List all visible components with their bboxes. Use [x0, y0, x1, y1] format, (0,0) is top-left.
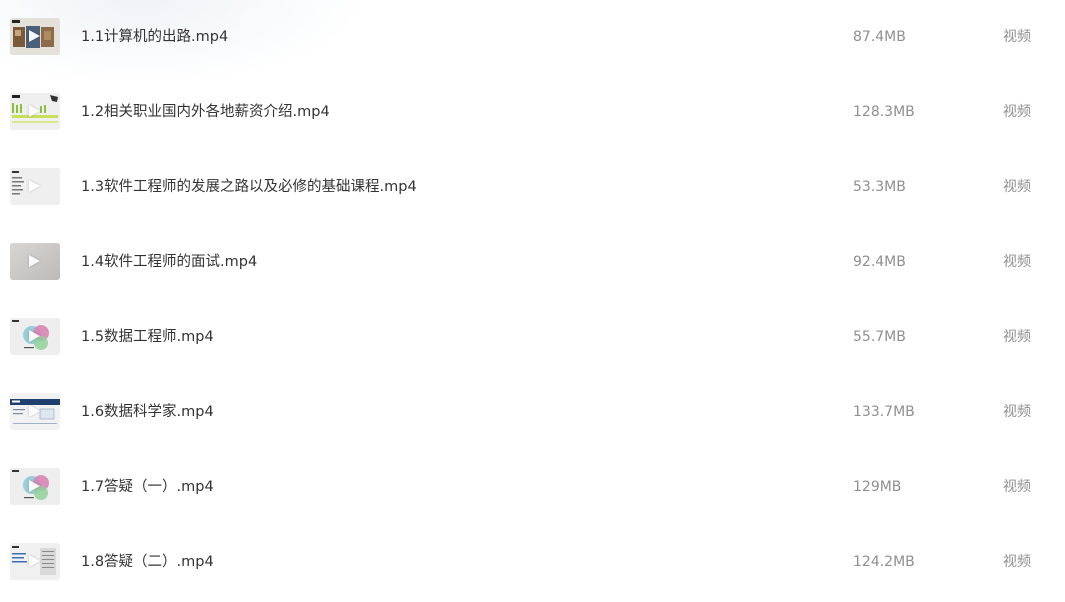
file-name[interactable]: 1.5数据工程师.mp4	[81, 328, 214, 346]
file-row[interactable]: 1.7答疑（一）.mp4 129MB 视频	[0, 450, 1065, 525]
play-icon	[29, 555, 40, 567]
play-icon	[29, 255, 40, 267]
file-row[interactable]: 1.4软件工程师的面试.mp4 92.4MB 视频	[0, 225, 1065, 300]
video-thumbnail[interactable]	[10, 243, 60, 280]
file-type: 视频	[1003, 254, 1031, 270]
file-type: 视频	[1003, 554, 1031, 570]
play-icon	[29, 405, 40, 417]
play-icon	[29, 105, 40, 117]
play-icon	[29, 180, 40, 192]
video-thumbnail[interactable]	[10, 318, 60, 355]
file-name[interactable]: 1.7答疑（一）.mp4	[81, 478, 214, 496]
video-thumbnail[interactable]	[10, 18, 60, 55]
file-row[interactable]: 1.3软件工程师的发展之路以及必修的基础课程.mp4 53.3MB 视频	[0, 150, 1065, 225]
file-size: 128.3MB	[853, 104, 915, 120]
file-size: 92.4MB	[853, 254, 906, 270]
file-type: 视频	[1003, 404, 1031, 420]
file-row[interactable]: 1.1计算机的出路.mp4 87.4MB 视频	[0, 0, 1065, 75]
file-name[interactable]: 1.3软件工程师的发展之路以及必修的基础课程.mp4	[81, 178, 417, 196]
file-type: 视频	[1003, 329, 1031, 345]
file-size: 55.7MB	[853, 329, 906, 345]
file-row[interactable]: 1.5数据工程师.mp4 55.7MB 视频	[0, 300, 1065, 375]
file-name[interactable]: 1.2相关职业国内外各地薪资介绍.mp4	[81, 103, 330, 121]
video-thumbnail[interactable]	[10, 168, 60, 205]
file-size: 129MB	[853, 479, 902, 495]
video-thumbnail[interactable]	[10, 543, 60, 580]
file-size: 53.3MB	[853, 179, 906, 195]
play-icon	[29, 480, 40, 492]
file-size: 133.7MB	[853, 404, 915, 420]
file-row[interactable]: 1.8答疑（二）.mp4 124.2MB 视频	[0, 525, 1065, 600]
file-name[interactable]: 1.6数据科学家.mp4	[81, 403, 214, 421]
file-type: 视频	[1003, 479, 1031, 495]
play-icon	[29, 330, 40, 342]
video-thumbnail[interactable]	[10, 393, 60, 430]
file-type: 视频	[1003, 29, 1031, 45]
file-name[interactable]: 1.4软件工程师的面试.mp4	[81, 253, 257, 271]
video-thumbnail[interactable]	[10, 468, 60, 505]
file-name[interactable]: 1.8答疑（二）.mp4	[81, 553, 214, 571]
file-size: 124.2MB	[853, 554, 915, 570]
file-row[interactable]: 1.6数据科学家.mp4 133.7MB 视频	[0, 375, 1065, 450]
file-size: 87.4MB	[853, 29, 906, 45]
file-list-page: 1.1计算机的出路.mp4 87.4MB 视频 1.2相关职业国内外各地薪资介绍…	[0, 0, 1065, 602]
file-name[interactable]: 1.1计算机的出路.mp4	[81, 28, 228, 46]
file-type: 视频	[1003, 179, 1031, 195]
video-thumbnail[interactable]	[10, 93, 60, 130]
play-icon	[29, 30, 40, 42]
file-row[interactable]: 1.2相关职业国内外各地薪资介绍.mp4 128.3MB 视频	[0, 75, 1065, 150]
file-type: 视频	[1003, 104, 1031, 120]
